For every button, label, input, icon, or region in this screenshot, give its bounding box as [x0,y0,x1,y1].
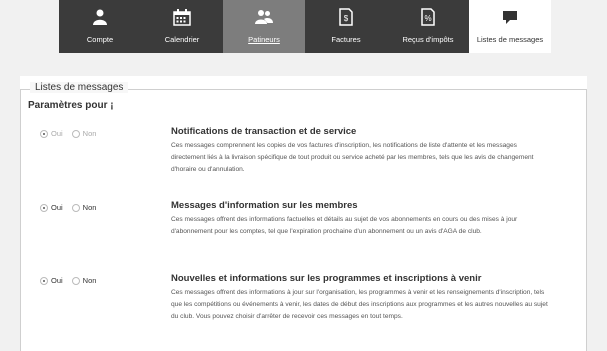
calendar-icon [172,7,192,27]
fieldset-border-right [586,89,587,351]
section-description: Ces messages comprennent les copies de v… [171,142,534,173]
radio-oui-label: Oui [51,203,63,212]
tab-label: Patineurs [248,35,280,44]
radio-non[interactable] [71,129,80,138]
svg-text:$: $ [344,14,349,23]
tab-label: Calendrier [164,35,200,44]
chat-icon [500,7,520,27]
fieldset-legend: Listes de messages [30,82,129,93]
radio-group-nouvelles: Oui Non [40,276,96,285]
percent-receipt-icon: % [418,7,438,27]
fieldset-border-left [20,89,21,351]
radio-non[interactable] [71,276,80,285]
settings-subhead: Paramètres pour ¡ [28,100,114,111]
radio-oui-label: Oui [51,129,63,138]
radio-non[interactable] [71,203,80,212]
section-title: Nouvelles et informations sur les progra… [171,273,482,284]
radio-oui[interactable] [40,129,48,138]
radio-group-transaction: Oui Non [40,129,96,138]
radio-oui-label: Oui [51,276,63,285]
radio-non-label: Non [82,203,97,212]
tab-recus-impots[interactable]: % Reçus d'impôts [387,0,469,53]
tab-label: Factures [331,35,361,44]
section-title: Messages d'information sur les membres [171,200,358,211]
tab-label: Reçus d'impôts [402,35,454,44]
radio-oui[interactable] [40,203,48,212]
radio-non-label: Non [82,129,97,138]
group-icon [254,7,274,27]
section-description: Ces messages offrent des informations à … [171,289,548,320]
radio-non-label: Non [82,276,97,285]
section-nouvelles: Nouvelles et informations sur les progra… [171,273,551,323]
svg-text:%: % [424,14,431,23]
section-title: Notifications de transaction et de servi… [171,126,357,137]
person-icon [90,7,110,27]
tab-calendrier[interactable]: Calendrier [141,0,223,53]
section-transaction: Notifications de transaction et de servi… [171,126,551,176]
tab-compte[interactable]: Compte [59,0,141,53]
section-description: Ces messages offrent des informations fa… [171,216,518,235]
section-membres: Messages d'information sur les membres C… [171,200,551,238]
tab-listes-messages[interactable]: Listes de messages [469,0,551,53]
radio-oui[interactable] [40,276,48,285]
invoice-icon: $ [336,7,356,27]
tab-patineurs[interactable]: Patineurs [223,0,305,53]
tab-label: Compte [86,35,114,44]
radio-group-membres: Oui Non [40,203,96,212]
main-nav: Compte Calendrier Patineurs $ Factures %… [59,0,551,53]
tab-factures[interactable]: $ Factures [305,0,387,53]
tab-label: Listes de messages [476,35,544,44]
